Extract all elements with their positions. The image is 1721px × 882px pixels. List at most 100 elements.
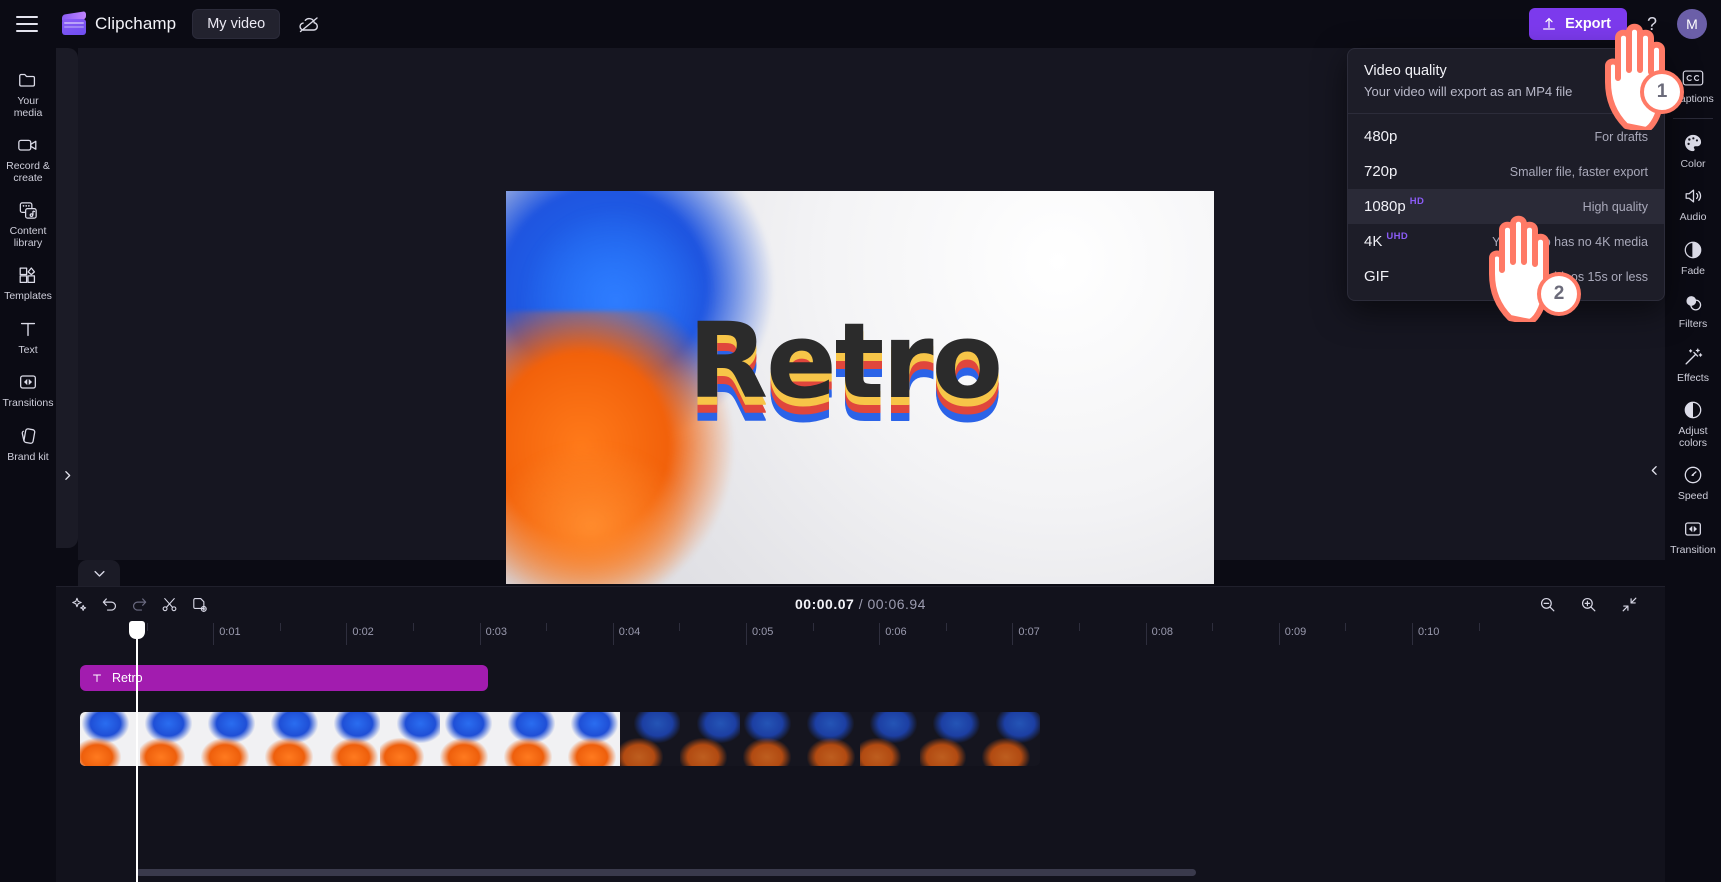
preview-smoke-orange-2 (506, 441, 696, 584)
export-option-720p[interactable]: 720p Smaller file, faster export (1348, 154, 1664, 189)
text-clip[interactable]: Retro (80, 665, 488, 691)
cloud-off-icon[interactable] (296, 11, 322, 37)
current-time: 00:00.07 (795, 596, 855, 612)
zoom-out-icon[interactable] (1538, 595, 1557, 619)
top-bar-right: Export ? M (1529, 0, 1707, 48)
video-preview[interactable]: Retro (506, 191, 1214, 584)
ruler-minor-tick (1212, 623, 1214, 631)
ruler-minor-tick (413, 623, 414, 631)
export-button[interactable]: Export (1529, 8, 1627, 40)
timeline-collapse-button[interactable] (78, 560, 120, 586)
export-option-label: 4K (1364, 233, 1383, 250)
video-thumbnail (680, 712, 740, 766)
timeline-toolbar: 00:00.07 / 00:06.94 (56, 587, 1665, 623)
property-item-fade[interactable]: Fade (1665, 230, 1721, 284)
time-separator: / (858, 596, 864, 612)
magic-sparkle-icon[interactable] (70, 595, 89, 614)
timeline-playhead[interactable] (129, 621, 145, 882)
sidebar-label: Templates (4, 290, 52, 302)
export-options-list: 480p For drafts 720p Smaller file, faster e… (1348, 114, 1664, 300)
export-option-4k[interactable]: 4K UHD Your video has no 4K media (1348, 224, 1664, 259)
left-panel-expand-button[interactable] (56, 455, 78, 495)
sidebar-item-text[interactable]: Text (0, 309, 56, 363)
templates-icon (17, 263, 39, 287)
export-option-gif[interactable]: GIF For videos 15s or less (1348, 259, 1664, 294)
ruler-minor-tick (546, 623, 548, 631)
property-label: Color (1680, 157, 1706, 170)
sidebar-label: Content library (9, 225, 47, 249)
sidebar-item-record-create[interactable]: Record & create (0, 125, 56, 190)
export-option-description: High quality (1582, 199, 1648, 214)
sidebar-item-content-library[interactable]: Content library (0, 190, 56, 255)
video-camera-icon (16, 133, 40, 157)
export-option-480p[interactable]: 480p For drafts (1348, 119, 1664, 154)
fit-to-screen-icon[interactable] (1620, 595, 1639, 619)
timeline-horizontal-scrollbar[interactable] (136, 869, 1196, 876)
clipchamp-logo-icon (62, 11, 86, 35)
sidebar-label: Your media (13, 95, 43, 119)
timeline-time-display: 00:00.07 / 00:06.94 (795, 596, 926, 612)
sidebar-item-brand-kit[interactable]: Brand kit (0, 416, 56, 470)
speaker-icon (1682, 184, 1705, 208)
export-option-left: 480p (1364, 128, 1397, 145)
ruler-tick-label: 0:08 (1151, 626, 1174, 638)
timeline-zoom-tools (1538, 595, 1665, 619)
cc-icon (1681, 66, 1705, 90)
rail-divider (1673, 117, 1713, 119)
sidebar-item-your-media[interactable]: Your media (0, 60, 56, 125)
ruler-tick-label: 0:10 (1418, 626, 1440, 638)
property-item-speed[interactable]: Speed (1665, 455, 1721, 509)
question-mark-icon[interactable]: ? (1639, 11, 1665, 37)
timeline-track-video[interactable] (80, 712, 1040, 766)
ruler-minor-tick (812, 623, 814, 631)
export-option-left: 4K UHD (1364, 231, 1409, 250)
duplicate-icon[interactable] (190, 595, 209, 614)
project-title[interactable]: My video (192, 9, 281, 39)
export-option-left: GIF (1364, 268, 1389, 285)
avatar[interactable]: M (1677, 9, 1707, 39)
property-item-effects[interactable]: Effects (1665, 337, 1721, 391)
text-t-icon (93, 674, 101, 682)
export-option-1080p[interactable]: 1080p HD High quality (1348, 189, 1664, 224)
video-thumbnail (620, 712, 680, 766)
chevron-right-icon (64, 470, 70, 480)
step-badge-2: 2 (1537, 272, 1581, 316)
total-time: 00:06.94 (867, 596, 926, 612)
ruler-minor-tick (1345, 623, 1347, 631)
video-thumbnail (260, 712, 320, 766)
sidebar-item-transitions[interactable]: Transitions (0, 362, 56, 416)
transitions-icon (17, 370, 39, 394)
ruler-tick-label: 0:04 (618, 626, 641, 638)
sidebar-label: Text (18, 343, 38, 356)
right-panel-collapse-button[interactable] (1643, 450, 1665, 490)
redo-icon[interactable] (130, 595, 149, 614)
speedometer-icon (1682, 463, 1704, 487)
timeline: 00:00.07 / 00:06.94 0:01 0:02 0:03 0:04 … (56, 586, 1665, 882)
brand-name: Clipchamp (95, 14, 177, 33)
property-item-adjust-colors[interactable]: Adjust colors (1665, 390, 1721, 455)
timeline-ruler[interactable]: 0:01 0:02 0:03 0:04 0:05 0:06 0:07 0:08 0:09 0:10 (56, 623, 1665, 645)
ruler-tick-label: 0:01 (219, 626, 241, 638)
video-thumbnail (920, 712, 980, 766)
video-thumbnail (380, 712, 440, 766)
content-library-icon (17, 198, 40, 222)
property-label: Adjust colors (1678, 425, 1708, 449)
undo-icon[interactable] (100, 595, 119, 614)
video-thumbnail (440, 712, 500, 766)
zoom-in-icon[interactable] (1579, 595, 1598, 619)
brand-kit-icon (17, 424, 39, 448)
property-item-audio[interactable]: Audio (1665, 176, 1721, 230)
export-menu-title: Video quality (1364, 63, 1447, 79)
video-thumbnail (140, 712, 200, 766)
ruler-tick-label: 0:05 (752, 626, 774, 638)
property-item-filters[interactable]: Filters (1665, 283, 1721, 337)
property-item-color[interactable]: Color (1665, 123, 1721, 177)
timeline-track-text: Retro (80, 665, 1665, 691)
sidebar-item-templates[interactable]: Templates (0, 255, 56, 309)
magic-wand-icon (1682, 345, 1704, 369)
hamburger-icon[interactable] (16, 16, 38, 32)
property-item-transition[interactable]: Transition (1665, 509, 1721, 563)
export-button-label: Export (1565, 16, 1611, 32)
export-option-badge: UHD (1386, 231, 1409, 242)
scissors-icon[interactable] (160, 595, 179, 614)
